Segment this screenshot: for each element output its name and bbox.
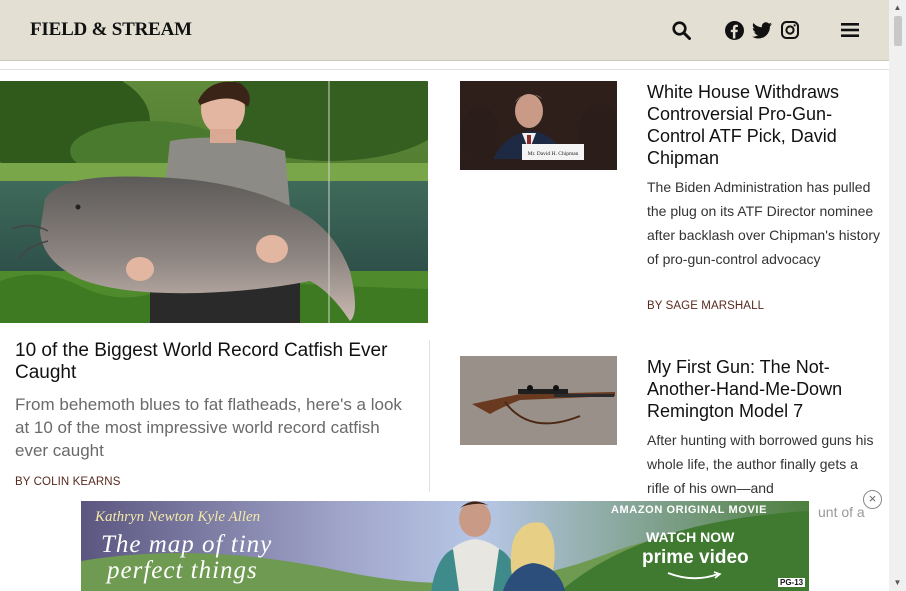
story-2-title[interactable]: My First Gun: The Not-Another-Hand-Me-Do… <box>647 356 882 422</box>
scrollbar[interactable] <box>889 0 906 591</box>
story-2-dek: After hunting with borrowed guns his who… <box>647 432 874 496</box>
hero-dek: From behemoth blues to fat flatheads, he… <box>15 395 402 460</box>
menu-icon[interactable] <box>840 20 860 40</box>
ad-movie-title-line1: The map of tiny <box>101 531 273 558</box>
divider <box>0 69 890 70</box>
facebook-icon[interactable] <box>724 20 744 40</box>
hero-image[interactable] <box>0 81 428 323</box>
page: FIELD & STREAM 10 of the Biggest World R… <box>0 0 906 591</box>
scrollbar-thumb[interactable] <box>894 16 902 46</box>
nameplate-text: Mr. David H. Chipman <box>528 151 579 157</box>
column-divider <box>429 340 430 492</box>
scroll-up-arrow-icon[interactable]: ▲ <box>891 2 904 14</box>
ad-close-button[interactable]: × <box>863 490 882 509</box>
ad-movie-title-line2: perfect things <box>107 557 258 584</box>
story-1-dek: The Biden Administration has pulled the … <box>647 179 880 267</box>
ad-brand: prime video <box>642 547 749 568</box>
story-1-title[interactable]: White House Withdraws Controversial Pro-… <box>647 81 882 169</box>
search-icon[interactable] <box>671 20 691 40</box>
ad-cta[interactable]: WATCH NOW <box>646 529 734 545</box>
scroll-down-arrow-icon[interactable]: ▼ <box>891 577 904 589</box>
ad-banner[interactable]: Kathryn Newton Kyle Allen The map of tin… <box>81 501 809 591</box>
prime-smile-icon <box>667 571 722 580</box>
site-logo[interactable]: FIELD & STREAM <box>30 19 192 41</box>
ad-rating-badge: PG-13 <box>778 578 806 587</box>
ad-actors: Kathryn Newton Kyle Allen <box>95 509 261 525</box>
story-2-image[interactable] <box>460 356 617 445</box>
story-1-image[interactable]: Mr. David H. Chipman <box>460 81 617 170</box>
twitter-icon[interactable] <box>752 20 772 40</box>
hero-byline[interactable]: BY COLIN KEARNS <box>15 476 120 488</box>
instagram-icon[interactable] <box>780 20 800 40</box>
ad-tagline: AMAZON ORIGINAL MOVIE <box>611 504 768 516</box>
story-1-byline[interactable]: BY SAGE MARSHALL <box>647 300 764 312</box>
hero-title[interactable]: 10 of the Biggest World Record Catfish E… <box>15 340 415 384</box>
story-2-dek-overflow: unt of a <box>818 504 865 520</box>
site-header: FIELD & STREAM <box>0 0 890 61</box>
